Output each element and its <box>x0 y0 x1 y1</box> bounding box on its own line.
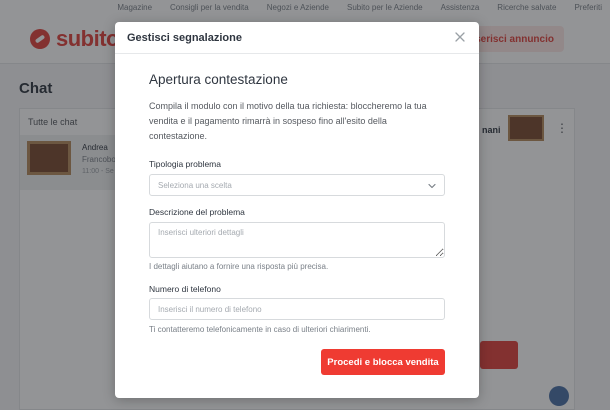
section-title: Apertura contestazione <box>149 72 288 87</box>
report-dialog: Gestisci segnalazione Apertura contestaz… <box>115 22 479 398</box>
description-helper: I dettagli aiutano a fornire una rispost… <box>149 262 329 271</box>
dialog-title: Gestisci segnalazione <box>127 32 242 44</box>
dialog-header: Gestisci segnalazione <box>115 22 479 54</box>
description-label: Descrizione del problema <box>149 207 245 217</box>
problem-type-label: Tipologia problema <box>149 159 221 169</box>
phone-label: Numero di telefono <box>149 284 221 294</box>
problem-type-select[interactable]: Seleziona una scelta <box>149 174 445 196</box>
phone-helper: Ti contatteremo telefonicamente in caso … <box>149 325 371 334</box>
intro-text: Compila il modulo con il motivo della tu… <box>149 101 427 141</box>
submit-block-sale-button[interactable]: Procedi e blocca vendita <box>321 349 445 375</box>
chevron-down-icon <box>427 181 437 191</box>
select-placeholder: Seleziona una scelta <box>158 181 232 190</box>
description-textarea[interactable] <box>149 222 445 258</box>
close-icon[interactable] <box>453 30 467 44</box>
phone-input[interactable] <box>149 298 445 320</box>
